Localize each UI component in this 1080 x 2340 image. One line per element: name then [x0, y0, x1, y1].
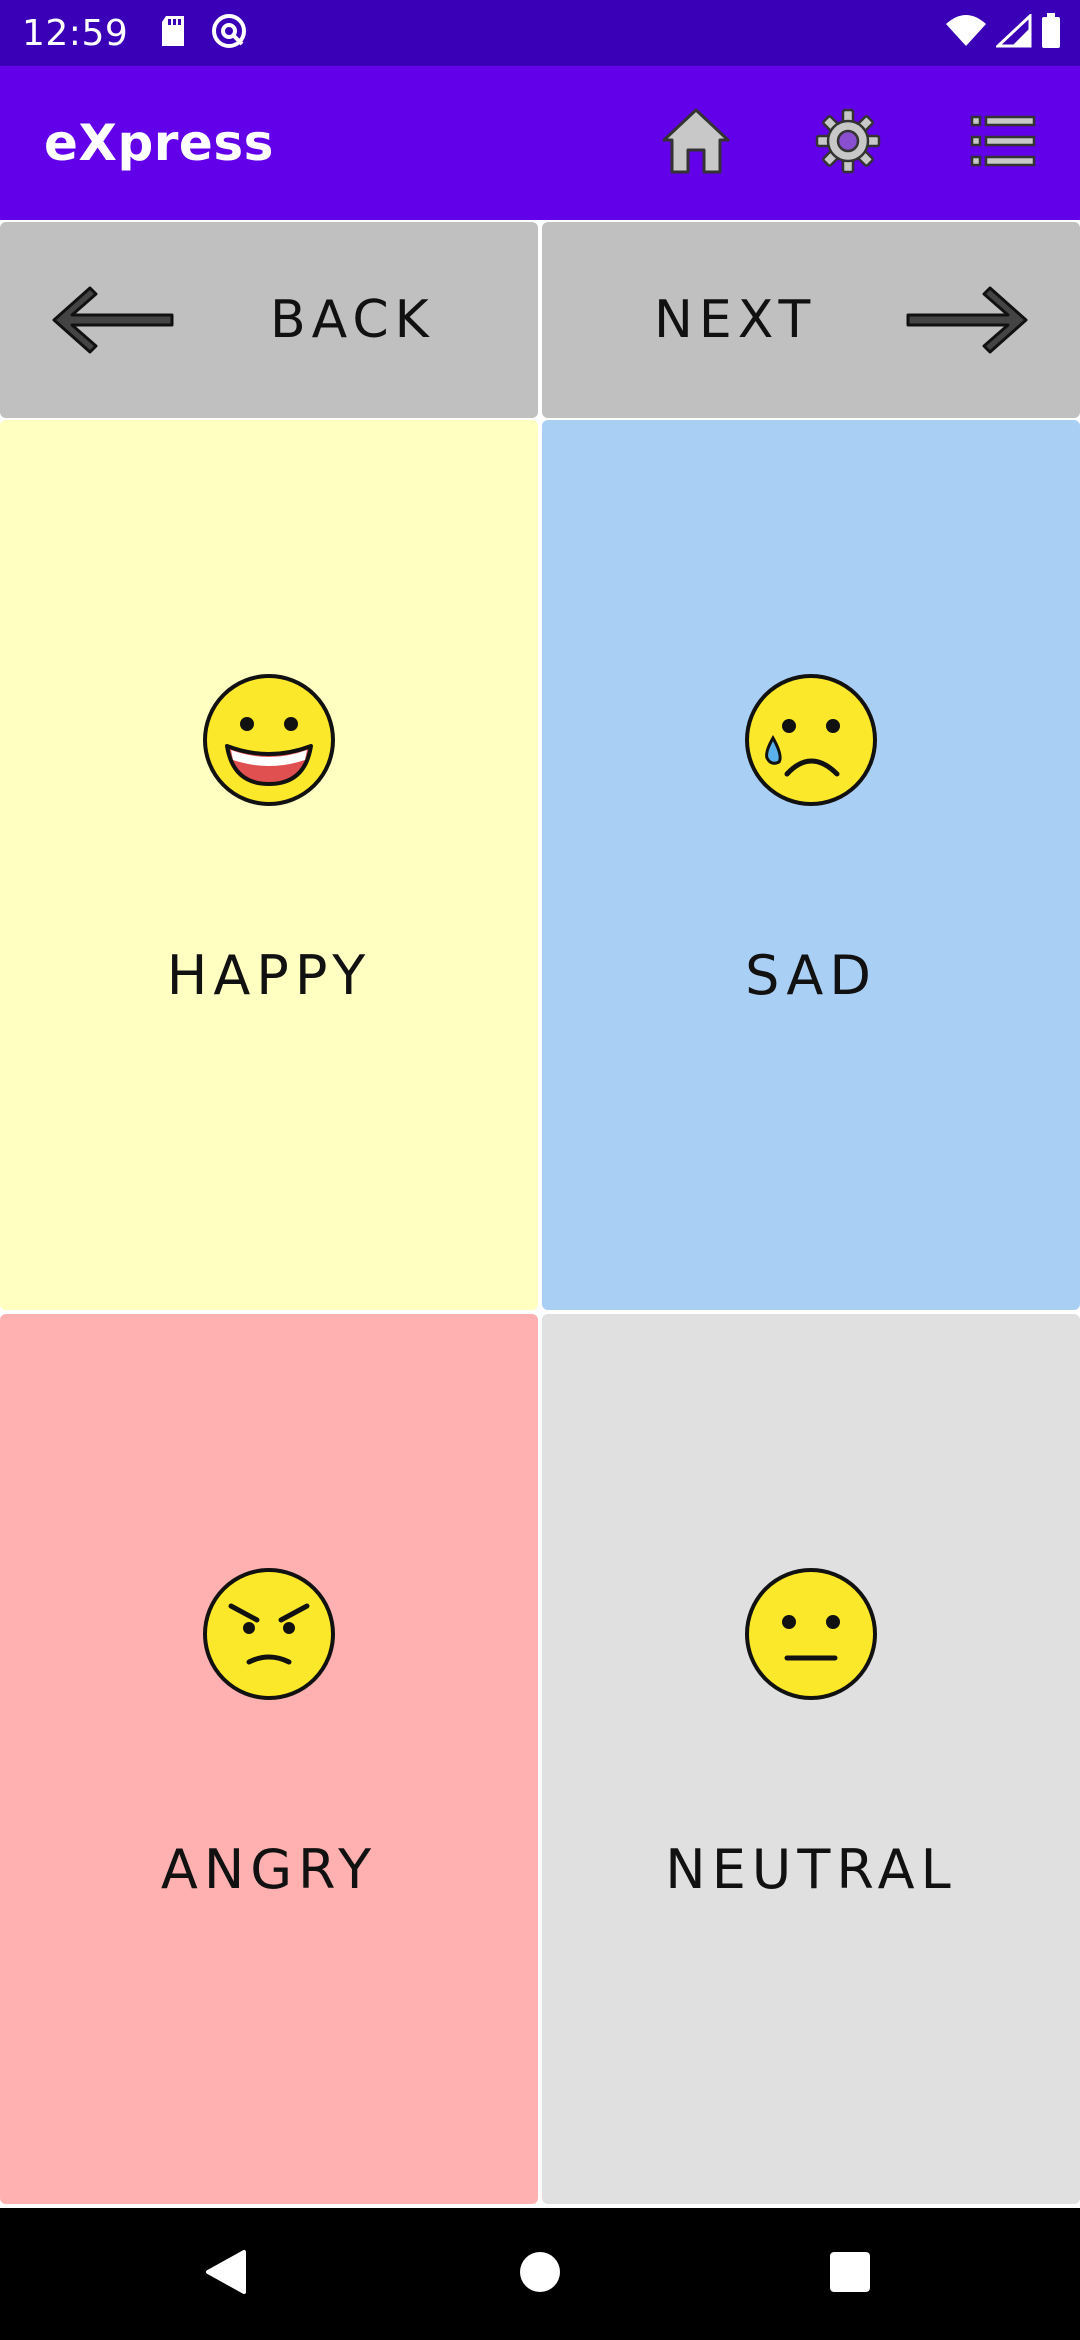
- system-recents-button[interactable]: [818, 2242, 882, 2306]
- system-home-button[interactable]: [508, 2242, 572, 2306]
- app-bar: eXpress: [0, 66, 1080, 220]
- emotion-label-happy: HAPPY: [166, 944, 372, 1007]
- home-icon: [660, 106, 732, 180]
- emotion-tile-sad[interactable]: SAD: [542, 420, 1080, 1310]
- happy-face-icon: [201, 672, 337, 808]
- emotion-label-neutral: NEUTRAL: [665, 1838, 957, 1901]
- back-label: BACK: [270, 290, 435, 350]
- sad-face-icon: [743, 672, 879, 808]
- status-time: 12:59: [22, 12, 129, 54]
- home-circle-icon: [518, 2250, 562, 2298]
- home-button[interactable]: [654, 101, 738, 185]
- list-button[interactable]: [961, 101, 1045, 185]
- app-title: eXpress: [44, 114, 274, 172]
- next-label: NEXT: [654, 290, 817, 350]
- emotion-tile-neutral[interactable]: NEUTRAL: [542, 1314, 1080, 2204]
- battery-icon: [1040, 13, 1062, 53]
- sd-card-icon: [158, 14, 188, 52]
- emotion-label-angry: ANGRY: [160, 1838, 378, 1901]
- arrow-left-icon: [50, 284, 176, 360]
- emotion-tile-happy[interactable]: HAPPY: [0, 420, 538, 1310]
- back-triangle-icon: [204, 2248, 248, 2300]
- list-icon: [970, 114, 1036, 172]
- neutral-face-icon: [743, 1566, 879, 1702]
- at-sign-icon: [210, 12, 248, 54]
- navigation-row: BACK NEXT: [0, 222, 1080, 418]
- settings-button[interactable]: [806, 101, 890, 185]
- system-navigation-bar: [0, 2208, 1080, 2340]
- status-bar: 12:59: [0, 0, 1080, 66]
- recents-square-icon: [828, 2250, 872, 2298]
- next-button[interactable]: NEXT: [542, 222, 1080, 418]
- wifi-icon: [944, 14, 988, 52]
- signal-icon: [994, 12, 1032, 52]
- arrow-right-icon: [904, 284, 1030, 360]
- back-button[interactable]: BACK: [0, 222, 538, 418]
- emotion-tile-angry[interactable]: ANGRY: [0, 1314, 538, 2204]
- gear-icon: [815, 108, 881, 178]
- angry-face-icon: [201, 1566, 337, 1702]
- emotion-label-sad: SAD: [745, 944, 877, 1007]
- system-back-button[interactable]: [194, 2242, 258, 2306]
